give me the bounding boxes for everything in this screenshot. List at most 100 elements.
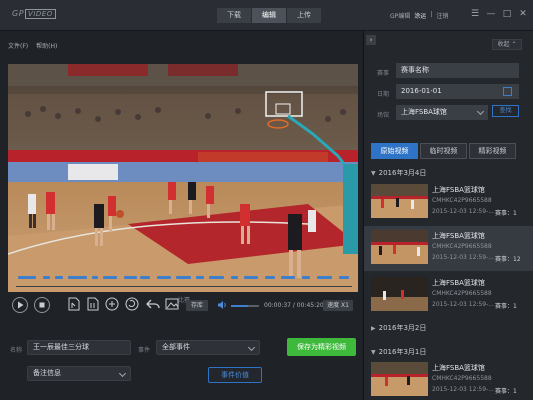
date-group-label: 2016年3月1日: [378, 348, 427, 356]
date-input[interactable]: 2016-01-01: [396, 84, 519, 99]
clip-event: 赛事：1: [495, 210, 517, 217]
timeline-event-segment[interactable]: [209, 276, 225, 279]
clip-time: 2015-12-03 12:59-...: [432, 301, 494, 308]
user-name[interactable]: 涂运: [414, 11, 426, 20]
triangle-down-icon: ▼: [371, 349, 376, 356]
clip-name-input[interactable]: 王一辰最佳三分球: [27, 340, 131, 355]
timeline-event-segment[interactable]: [301, 276, 310, 279]
timeline-event-segment[interactable]: [68, 276, 87, 279]
clip-time: 2015-12-03 12:59-...: [432, 254, 494, 261]
video-type-tabs: 原始视频 临时视频 精彩视频: [371, 143, 516, 159]
calendar-icon[interactable]: [503, 87, 512, 96]
triangle-right-icon: ▶: [371, 325, 376, 332]
minimize-icon[interactable]: —: [485, 8, 497, 20]
mark-out-button[interactable]: [86, 297, 100, 311]
timeline-event-segment[interactable]: [195, 276, 205, 279]
match-input[interactable]: 赛事名称: [396, 63, 519, 78]
mark-in-button[interactable]: [67, 297, 81, 311]
clip-code: CMHKC42P9665588: [432, 243, 492, 250]
close-icon[interactable]: ✕: [517, 8, 529, 20]
clip-item[interactable]: 上海FSBA篮球馆 CMHKC42P9665588 2015-12-03 12:…: [364, 226, 533, 271]
date-group-header[interactable]: ▼ 2016年3月1日: [371, 347, 426, 357]
timeline-event-segment[interactable]: [17, 276, 37, 279]
collapse-label: 收起: [497, 41, 510, 48]
triangle-down-icon: ▼: [371, 170, 376, 177]
clip-title: 上海FSBA篮球馆: [432, 232, 485, 240]
tab-original-video[interactable]: 原始视频: [371, 143, 418, 159]
clip-code: CMHKC42P9665588: [432, 375, 492, 382]
clip-event: 赛事：1: [495, 303, 517, 310]
file-out-icon: [87, 297, 99, 311]
search-button[interactable]: 查找: [492, 105, 519, 117]
speed-button[interactable]: 速度 X1: [323, 300, 353, 311]
date-group-header[interactable]: ▼ 2016年3月4日: [371, 168, 426, 178]
skin-menu-icon[interactable]: ☰: [469, 8, 481, 20]
note-select[interactable]: 备注信息: [27, 366, 131, 381]
tab-edit[interactable]: 编辑: [252, 8, 287, 23]
clip-thumbnail: [371, 277, 428, 311]
play-button[interactable]: [12, 297, 28, 313]
clip-title: 上海FSBA篮球馆: [432, 279, 485, 287]
clip-title: 上海FSBA篮球馆: [432, 364, 485, 372]
user-separator: |: [430, 11, 433, 18]
clip-item[interactable]: 上海FSBA篮球馆 CMHKC42P9665588 2015-12-03 12:…: [364, 180, 533, 225]
video-player[interactable]: [8, 64, 358, 292]
chevron-right-icon[interactable]: ›: [366, 35, 376, 45]
event-select[interactable]: 全部事件: [156, 340, 260, 355]
title-bar: GP VIDEO 下载 编辑 上传 GP编辑 涂运 | 注销 ☰ — □ ✕: [0, 0, 533, 31]
clip-item[interactable]: 上海FSBA篮球馆 CMHKC42P9665588 2015-12-03 12:…: [364, 273, 533, 318]
timeline-event-segment[interactable]: [123, 276, 137, 279]
video-frame-image: [8, 64, 358, 292]
undo-button[interactable]: [146, 297, 160, 311]
timeline-event-segment[interactable]: [231, 276, 238, 279]
save-highlight-button[interactable]: 保存为精彩视频: [287, 338, 356, 356]
menu-help[interactable]: 帮助(H): [36, 41, 57, 50]
timeline-event-segment[interactable]: [42, 276, 50, 279]
clip-time: 2015-12-03 12:59-...: [432, 386, 494, 393]
timeline-event-segment[interactable]: [103, 276, 117, 279]
logout-link[interactable]: 注销: [436, 11, 448, 20]
tab-temp-video[interactable]: 临时视频: [420, 143, 467, 159]
volume-icon[interactable]: [217, 300, 227, 310]
clip-item[interactable]: 上海FSBA篮球馆 CMHKC42P9665588 2015-12-03 12:…: [364, 358, 533, 400]
timeline-event-segment[interactable]: [338, 276, 349, 279]
file-in-icon: [68, 297, 80, 311]
tab-highlight-video[interactable]: 精彩视频: [469, 143, 516, 159]
timeline-event-segment[interactable]: [244, 276, 258, 279]
timeline-event-segment[interactable]: [140, 276, 151, 279]
undo-icon: [146, 299, 160, 309]
timecode: 00:00:37 / 00:45:20: [264, 302, 324, 309]
clip-title: 上海FSBA篮球馆: [432, 186, 485, 194]
timeline-event-segment[interactable]: [91, 276, 99, 279]
timeline-event-segment[interactable]: [54, 276, 64, 279]
play-icon: [18, 301, 24, 309]
save-frame-button[interactable]: 存库: [186, 300, 208, 311]
timeline-event-segment[interactable]: [157, 276, 171, 279]
date-group-header[interactable]: ▶ 2016年3月2日: [371, 323, 426, 333]
venue-select[interactable]: 上海FSBA球馆: [396, 105, 488, 120]
chevron-down-icon: [476, 107, 485, 116]
event-value-button[interactable]: 事件价值: [208, 367, 262, 383]
date-group-label: 2016年3月2日: [378, 324, 427, 332]
maximize-icon[interactable]: □: [501, 8, 513, 20]
tab-download[interactable]: 下载: [217, 8, 252, 23]
event-timeline[interactable]: [16, 275, 352, 281]
volume-slider[interactable]: [231, 305, 259, 307]
tab-upload[interactable]: 上传: [287, 8, 322, 23]
loop-button[interactable]: [125, 297, 139, 311]
snapshot-button[interactable]: [165, 297, 179, 311]
date-group-label: 2016年3月4日: [378, 169, 427, 177]
timeline-event-segment[interactable]: [175, 276, 191, 279]
main-tabs: 下载 编辑 上传: [217, 8, 322, 23]
venue-value: 上海FSBA球馆: [401, 108, 447, 116]
timeline-event-segment[interactable]: [264, 276, 275, 279]
clip-time: 2015-12-03 12:59-...: [432, 208, 494, 215]
timeline-event-segment[interactable]: [316, 276, 332, 279]
event-label: 事件: [138, 347, 151, 354]
menu-file[interactable]: 文件(F): [8, 41, 28, 50]
timeline-track[interactable]: [16, 286, 352, 287]
timeline-event-segment[interactable]: [281, 276, 295, 279]
stop-button[interactable]: [34, 297, 50, 313]
clip-button[interactable]: [105, 297, 119, 311]
collapse-button[interactable]: 收起 ⌃: [492, 39, 522, 50]
